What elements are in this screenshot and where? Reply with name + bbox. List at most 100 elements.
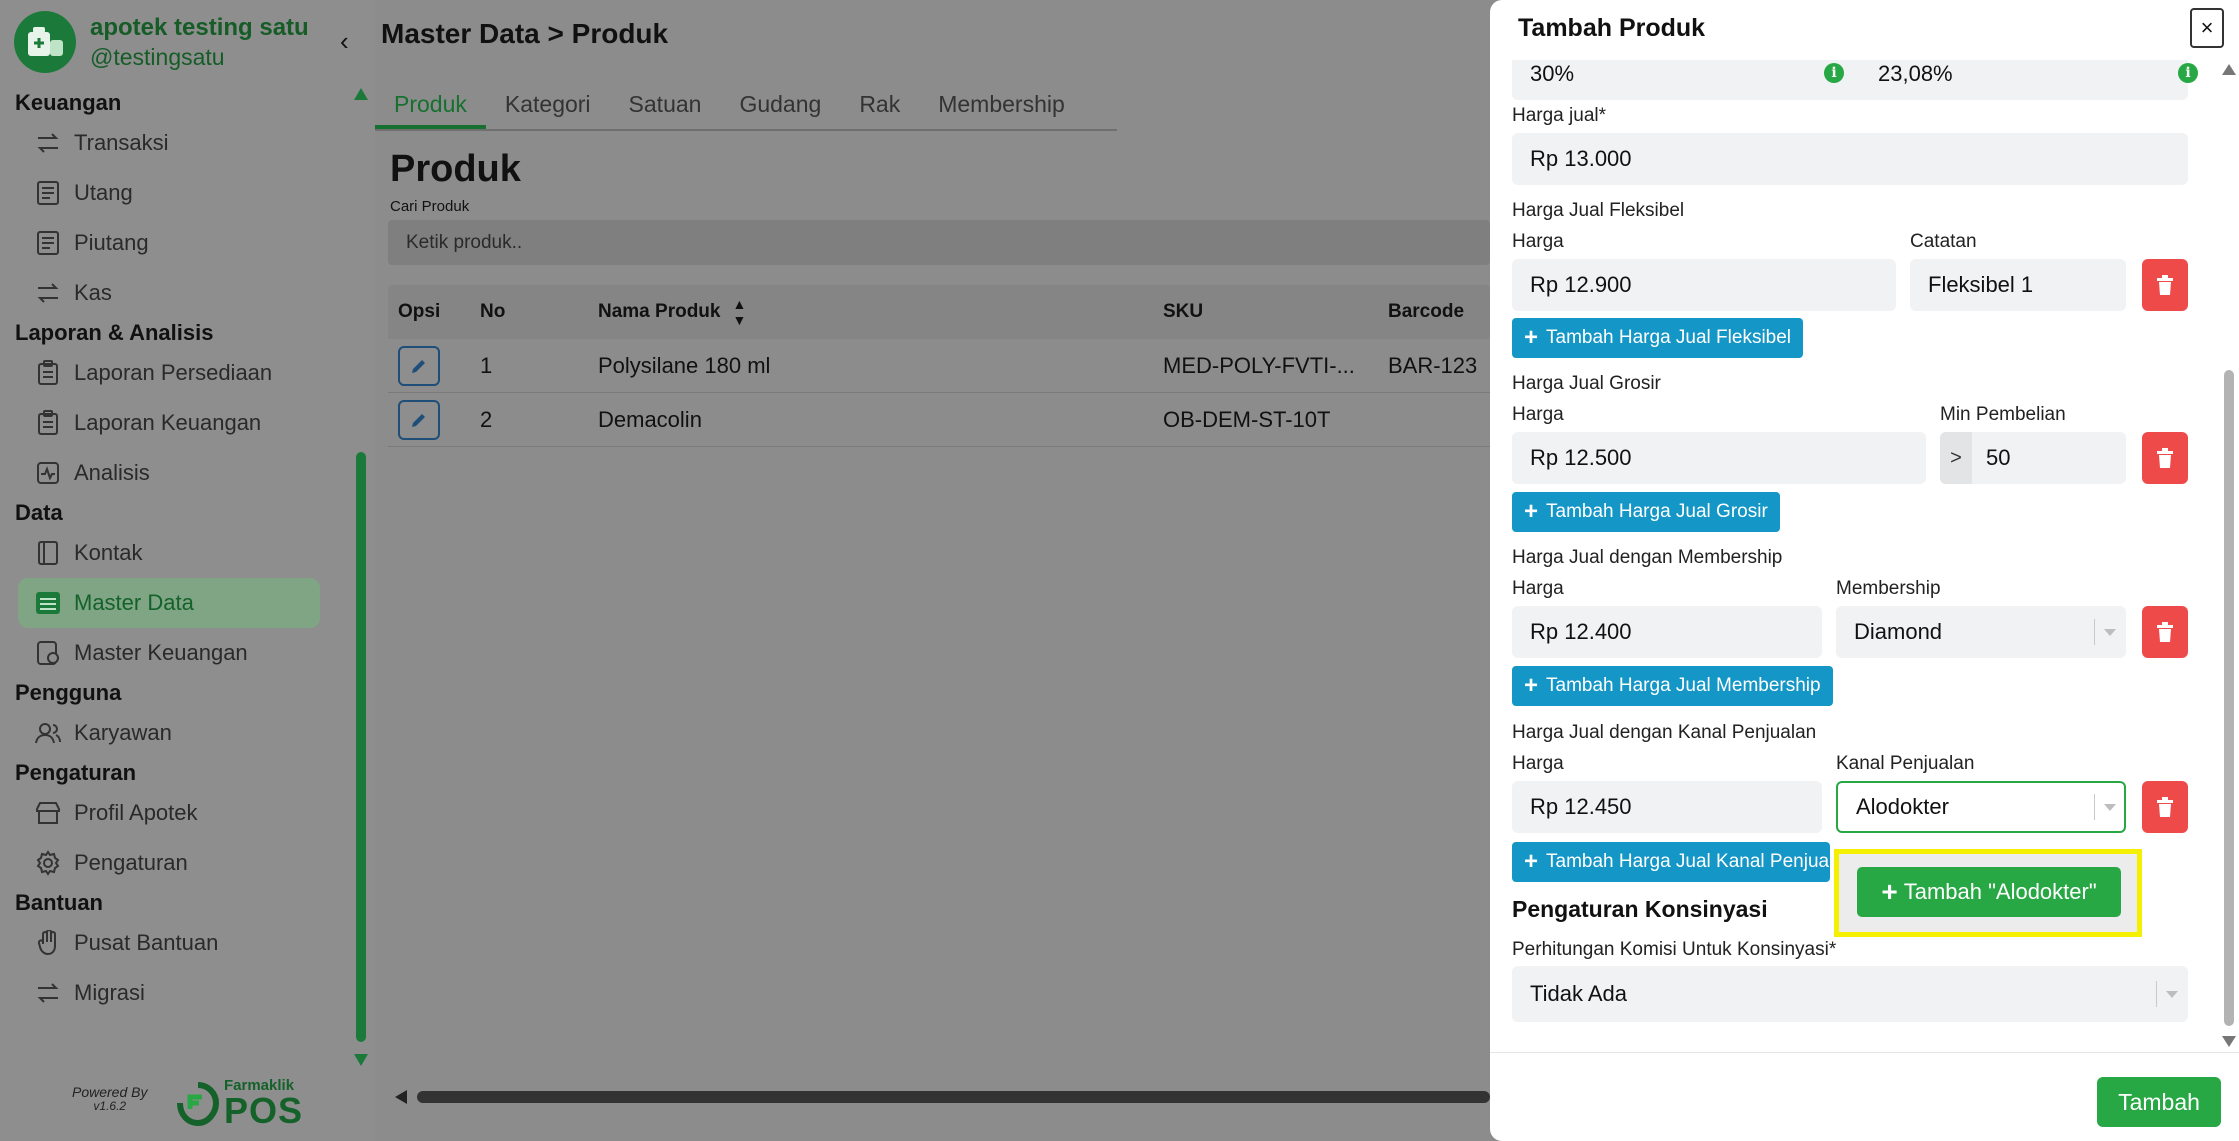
page-title: Produk — [390, 148, 521, 190]
grosir-harga-value: Rp 12.500 — [1530, 445, 1632, 470]
create-option-button[interactable]: + Tambah "Alodokter" — [1857, 867, 2121, 917]
scroll-down-arrow-icon[interactable] — [2222, 1036, 2236, 1047]
konsinyasi-section-title: Pengaturan Konsinyasi — [1512, 896, 1768, 922]
brand-name: apotek testing satu — [90, 13, 309, 41]
komisi-select-value: Tidak Ada — [1530, 981, 1628, 1006]
membership-select[interactable]: Diamond — [1836, 606, 2126, 658]
grosir-harga-input[interactable]: Rp 12.500 — [1512, 432, 1926, 484]
tab-gudang[interactable]: Gudang — [720, 86, 840, 129]
sort-icon[interactable]: ▲ ▼ — [732, 296, 746, 328]
sidebar-item-profil-apotek[interactable]: Profil Apotek — [0, 788, 360, 838]
delete-kanal-button[interactable] — [2142, 781, 2188, 833]
farmaklik-logo-big: POS — [224, 1090, 304, 1131]
cash-icon — [34, 279, 62, 307]
sidebar-item-piutang[interactable]: Piutang — [0, 218, 360, 268]
tab-satuan[interactable]: Satuan — [610, 86, 721, 129]
delete-grosir-button[interactable] — [2142, 432, 2188, 484]
sidebar-item-label: Kontak — [74, 540, 143, 565]
sidebar-item-label: Laporan Persediaan — [74, 360, 273, 385]
search-label: Cari Produk — [390, 198, 470, 215]
scroll-up-arrow-icon[interactable] — [2222, 64, 2236, 75]
membership-select-value: Diamond — [1854, 619, 1943, 644]
scroll-thumb[interactable] — [356, 452, 366, 1042]
col-no: No — [480, 301, 506, 322]
row-barcode: BAR-123 — [1388, 352, 1478, 378]
col-nama-produk[interactable]: Nama Produk ▲ ▼ — [598, 296, 1163, 328]
add-kanal-button[interactable]: + Tambah Harga Jual Kanal Penjualan — [1512, 842, 1830, 882]
tab-membership[interactable]: Membership — [919, 86, 1084, 129]
komisi-select[interactable]: Tidak Ada — [1512, 966, 2188, 1022]
margin-percent-field[interactable]: 30% — [1512, 60, 1872, 100]
sidebar-item-kontak[interactable]: Kontak — [0, 528, 360, 578]
tab-kategori[interactable]: Kategori — [486, 86, 610, 129]
receivable-icon — [34, 229, 62, 257]
scroll-up-arrow-icon[interactable] — [354, 88, 368, 100]
edit-button[interactable] — [398, 399, 440, 440]
sidebar-item-label: Master Keuangan — [74, 640, 248, 665]
table-header: Opsi No Nama Produk ▲ ▼ SKU Barcode — [388, 285, 1490, 339]
sidebar-item-pengaturan[interactable]: Pengaturan — [0, 838, 360, 888]
sidebar-item-transaksi[interactable]: Transaksi — [0, 118, 360, 168]
fleksibel-harga-input[interactable]: Rp 12.900 — [1512, 259, 1896, 311]
modal-title: Tambah Produk — [1518, 14, 1706, 42]
sidebar-item-label: Analisis — [74, 460, 150, 485]
sidebar-item-kas[interactable]: Kas — [0, 268, 360, 318]
sidebar-item-label: Karyawan — [74, 720, 172, 745]
margin-percent-value: 30% — [1530, 61, 1575, 86]
sidebar-item-laporan-keuangan[interactable]: Laporan Keuangan — [0, 398, 360, 448]
membership-harga-label: Harga — [1512, 578, 1564, 599]
chevron-down-icon[interactable] — [2104, 629, 2116, 636]
info-icon[interactable]: i — [2178, 63, 2198, 83]
close-button[interactable]: × — [2190, 8, 2224, 48]
sidebar-item-master-data[interactable]: Master Data — [18, 578, 320, 628]
delete-membership-button[interactable] — [2142, 606, 2188, 658]
nav-section-pengaturan: Pengaturan — [15, 760, 137, 785]
sidebar-item-master-keuangan[interactable]: Master Keuangan — [0, 628, 360, 678]
modal-header: Tambah Produk × — [1490, 0, 2239, 60]
scroll-thumb[interactable] — [2224, 370, 2234, 1026]
collapse-sidebar-icon[interactable]: ‹ — [340, 26, 349, 57]
kanal-harga-label: Harga — [1512, 753, 1564, 774]
tab-rak[interactable]: Rak — [840, 86, 919, 129]
submit-button[interactable]: Tambah — [2097, 1077, 2221, 1127]
harga-jual-input[interactable]: Rp 13.000 — [1512, 133, 2188, 185]
sidebar-item-label: Kas — [74, 280, 112, 305]
chevron-down-icon[interactable] — [2104, 804, 2116, 811]
grosir-min-label: Min Pembelian — [1940, 404, 2066, 425]
scroll-thumb[interactable] — [417, 1091, 1490, 1103]
plus-icon: + — [1524, 848, 1539, 875]
add-grosir-button[interactable]: + Tambah Harga Jual Grosir — [1512, 492, 1780, 532]
sidebar-item-pusat-bantuan[interactable]: Pusat Bantuan — [0, 918, 360, 968]
kanal-select[interactable]: Alodokter — [1836, 781, 2126, 833]
sidebar-item-utang[interactable]: Utang — [0, 168, 360, 218]
product-table: Opsi No Nama Produk ▲ ▼ SKU Barcode 1 Poly… — [388, 285, 1490, 447]
sidebar-scrollbar[interactable] — [354, 88, 368, 1068]
modal-scrollbar[interactable] — [2222, 60, 2236, 1052]
add-fleksibel-button[interactable]: + Tambah Harga Jual Fleksibel — [1512, 318, 1804, 358]
sidebar-item-laporan-persediaan[interactable]: Laporan Persediaan — [0, 348, 360, 398]
markup-percent-field[interactable]: 23,08% — [1860, 60, 2188, 100]
chevron-down-icon[interactable] — [2166, 991, 2178, 998]
add-membership-button[interactable]: + Tambah Harga Jual Membership — [1512, 666, 1833, 706]
fleksibel-catatan-input[interactable]: Fleksibel 1 — [1910, 259, 2126, 311]
sidebar-item-analisis[interactable]: Analisis — [0, 448, 360, 498]
tab-bar: Produk Kategori Satuan Gudang Rak Member… — [375, 86, 1117, 131]
col-barcode: Barcode — [1388, 301, 1465, 322]
delete-fleksibel-button[interactable] — [2142, 259, 2188, 311]
membership-harga-input[interactable]: Rp 12.400 — [1512, 606, 1822, 658]
search-input[interactable] — [388, 220, 1490, 265]
tab-produk[interactable]: Produk — [375, 86, 486, 129]
sidebar-item-migrasi[interactable]: Migrasi — [0, 968, 360, 1018]
powered-by: Powered By v1.6.2 — [72, 1085, 147, 1113]
info-icon[interactable]: i — [1824, 63, 1844, 83]
kanal-select-value: Alodokter — [1856, 794, 1949, 819]
scroll-down-arrow-icon[interactable] — [354, 1054, 368, 1066]
trash-icon — [2157, 448, 2173, 468]
kanal-harga-input[interactable]: Rp 12.450 — [1512, 781, 1822, 833]
sidebar-item-karyawan[interactable]: Karyawan — [0, 708, 360, 758]
trash-icon — [2157, 275, 2173, 295]
edit-button[interactable] — [398, 345, 440, 386]
scroll-left-arrow-icon[interactable] — [395, 1090, 407, 1104]
table-horizontal-scrollbar[interactable] — [395, 1090, 1490, 1104]
brand: apotek testing satu @testingsatu — [14, 11, 309, 73]
